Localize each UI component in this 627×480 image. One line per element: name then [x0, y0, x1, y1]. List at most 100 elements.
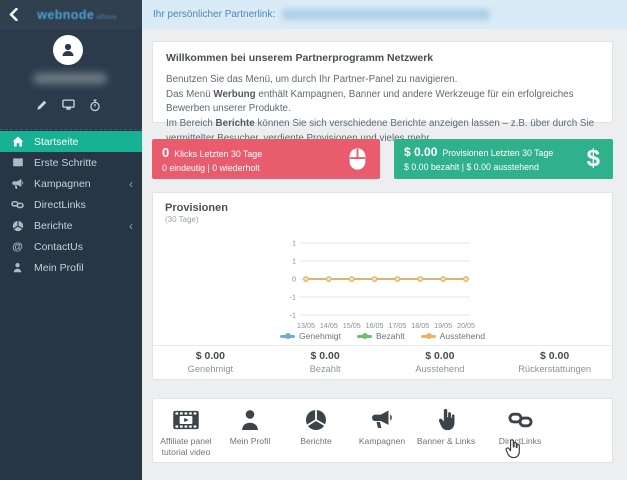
at-icon: @ — [12, 240, 23, 253]
chevron-collapse-icon: ‹ — [129, 218, 133, 233]
legend-item-bezahlt[interactable]: Bezahlt — [356, 331, 405, 341]
directlink-icon — [10, 198, 25, 212]
svg-text:16/05: 16/05 — [366, 321, 384, 330]
svg-text:-1: -1 — [290, 311, 296, 320]
summary-label: Ausstehend — [415, 364, 465, 374]
sidebar-item-label: ContactUs — [34, 240, 84, 253]
directlink-icon — [487, 406, 553, 433]
welcome-line2-bold: Werbung — [213, 88, 256, 100]
logo-suffix: affiliate — [96, 13, 117, 21]
clicks-sub: 0 eindeutig | 0 wiederholt — [162, 163, 260, 173]
summary-genehmigt: $ 0.00 Genehmigt — [153, 346, 268, 379]
legend-label: Genehmigt — [298, 331, 341, 341]
summary-label: Bezahlt — [309, 364, 341, 374]
svg-text:-1: -1 — [290, 293, 296, 302]
welcome-text: Benutzen Sie das Menü, um durch Ihr Part… — [166, 73, 599, 146]
home-icon — [10, 135, 25, 149]
summary-rueckerstattungen: $ 0.00 Rückerstattungen — [497, 346, 612, 379]
legend-label: Ausstehend — [439, 331, 486, 341]
shortcut-mein-profil[interactable]: Mein Profil — [217, 406, 283, 447]
user-quick-actions — [0, 99, 136, 112]
commissions-card: $ 0.00 Provisionen Letzten 30 Tage $ 0.0… — [394, 139, 613, 179]
legend-label: Bezahlt — [375, 331, 405, 341]
shortcut-label: Berichte — [300, 436, 332, 446]
hand-pointer-icon — [413, 406, 479, 433]
svg-text:0: 0 — [292, 275, 296, 284]
summary-ausstehend: $ 0.00 Ausstehend — [383, 346, 498, 379]
stopwatch-icon[interactable] — [89, 99, 101, 112]
legend-item-genehmigt[interactable]: Genehmigt — [279, 331, 341, 341]
film-icon — [153, 406, 219, 433]
sidebar-item-kampagnen[interactable]: Kampagnen ‹ — [0, 173, 142, 194]
book-icon — [10, 156, 25, 170]
shortcut-banner-links[interactable]: Banner & Links — [413, 406, 479, 447]
svg-text:1: 1 — [292, 239, 296, 248]
commissions-sub: $ 0.00 bezahlt | $ 0.00 ausstehend — [404, 162, 539, 172]
summary-value: $ 0.00 — [425, 350, 455, 362]
user-icon — [10, 261, 25, 275]
commissions-chart-panel: Provisionen (30 Tage) 1 1 0 -1 -1 13/05 14/05 1… — [152, 192, 613, 380]
summary-label: Genehmigt — [187, 364, 234, 374]
back-button[interactable] — [0, 8, 26, 21]
summary-value: $ 0.00 — [310, 350, 340, 362]
logo-text: webnode — [37, 7, 95, 22]
pie-chart-icon — [10, 219, 25, 233]
sidebar-item-startseite[interactable]: Startseite — [0, 131, 142, 152]
welcome-line2-pre: Das Menü — [166, 88, 214, 100]
svg-text:18/05: 18/05 — [411, 321, 429, 330]
clicks-card: 0 Klicks Letzten 30 Tage 0 eindeutig | 0… — [152, 139, 380, 179]
user-icon — [217, 406, 283, 433]
svg-text:14/05: 14/05 — [320, 321, 338, 330]
sidebar-item-mein-profil[interactable]: Mein Profil — [0, 257, 142, 278]
summary-value: $ 0.00 — [540, 350, 570, 362]
edit-pencil-icon[interactable] — [36, 99, 48, 112]
clicks-value: 0 — [162, 145, 170, 160]
shortcuts-panel: Affiliate panel tutorial video Mein Prof… — [152, 398, 613, 463]
chevron-left-icon — [8, 8, 18, 21]
svg-text:1: 1 — [292, 257, 296, 266]
svg-text:19/05: 19/05 — [434, 321, 452, 330]
sidebar-item-label: Mein Profil — [34, 261, 84, 274]
shortcut-directlinks[interactable]: DirectLinks — [487, 406, 553, 447]
shortcut-kampagnen[interactable]: Kampagnen — [349, 406, 415, 447]
legend-swatch-icon — [356, 333, 372, 339]
welcome-line1: Benutzen Sie das Menü, um durch Ihr Part… — [166, 74, 458, 85]
chart-title: Provisionen — [165, 202, 228, 214]
user-icon — [62, 43, 74, 56]
welcome-line3-pre: Im Bereich — [166, 118, 216, 130]
partnerlink-redacted[interactable] — [282, 9, 491, 20]
commissions-summary-row: $ 0.00 Genehmigt $ 0.00 Bezahlt $ 0.00 A… — [153, 345, 612, 379]
user-name-redacted — [33, 73, 107, 84]
sidebar-item-label: Erste Schritte — [34, 156, 98, 169]
user-panel — [0, 29, 142, 130]
shortcut-label: DirectLinks — [498, 436, 542, 446]
sidebar-item-erste-schritte[interactable]: Erste Schritte — [0, 152, 142, 173]
pie-chart-icon — [283, 406, 349, 433]
sidebar-item-directlinks[interactable]: DirectLinks — [0, 194, 142, 215]
partnerlink-label: Ihr persönlicher Partnerlink: — [153, 9, 276, 20]
legend-swatch-icon — [279, 333, 295, 339]
commissions-label: Provisionen Letzten 30 Tage — [442, 148, 554, 158]
welcome-panel: Willkommen bei unserem Partnerprogramm N… — [152, 41, 613, 144]
monitor-icon[interactable] — [61, 99, 75, 112]
svg-text:17/05: 17/05 — [388, 321, 406, 330]
shortcut-tutorial-video[interactable]: Affiliate panel tutorial video — [153, 406, 219, 458]
sidebar-item-berichte[interactable]: Berichte ‹ — [0, 215, 142, 236]
mouse-icon — [348, 147, 367, 171]
logo[interactable]: webnode affiliate — [26, 6, 142, 24]
legend-swatch-icon — [420, 333, 436, 339]
sidebar: webnode affiliate Startseite Erste Schri… — [0, 0, 142, 480]
chart-subtitle: (30 Tage) — [165, 215, 199, 224]
clicks-label: Klicks Letzten 30 Tage — [174, 149, 263, 159]
sidebar-item-label: Startseite — [34, 135, 79, 148]
dollar-icon: $ — [586, 145, 600, 172]
legend-item-ausstehend[interactable]: Ausstehend — [420, 331, 486, 341]
commissions-line-chart: 110-1-113/05 14/05 15/05 16/05 17/05 18/05 19/… — [290, 239, 475, 331]
sidebar-item-contactus[interactable]: @ ContactUs — [0, 236, 142, 257]
shortcut-label: Mein Profil — [229, 436, 271, 446]
topbar: Ihr persönlicher Partnerlink: — [142, 0, 627, 29]
megaphone-icon — [10, 177, 25, 191]
svg-text:13/05: 13/05 — [297, 321, 315, 330]
sidebar-item-label: Berichte — [34, 219, 73, 232]
shortcut-berichte[interactable]: Berichte — [283, 406, 349, 447]
